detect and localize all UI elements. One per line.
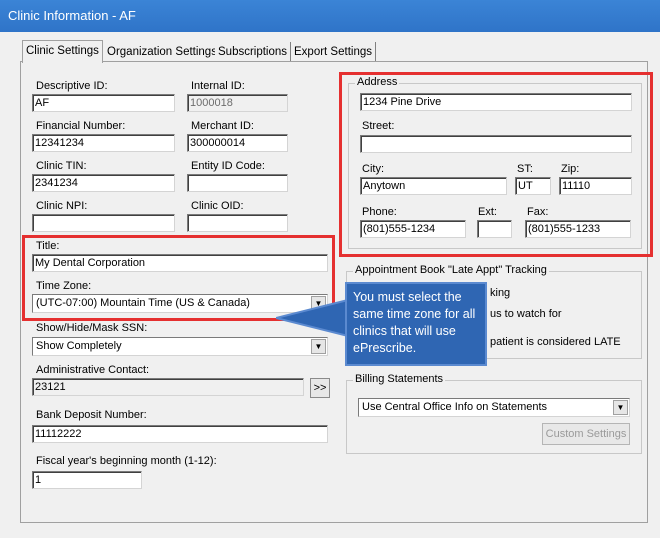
bank-deposit-label: Bank Deposit Number: — [36, 409, 147, 421]
tab-export-settings[interactable]: Export Settings — [291, 42, 376, 62]
clinic-npi-label: Clinic NPI: — [36, 200, 88, 212]
chevron-down-icon[interactable]: ▼ — [311, 339, 326, 354]
billing-statements-value: Use Central Office Info on Statements — [362, 401, 548, 413]
ssn-label: Show/Hide/Mask SSN: — [36, 322, 148, 334]
billing-statements-select[interactable]: Use Central Office Info on Statements ▼ — [358, 398, 630, 417]
descriptive-id-field[interactable]: AF — [32, 94, 175, 112]
appt-tracking-group-label: Appointment Book "Late Appt" Tracking — [353, 264, 549, 276]
entity-id-code-label: Entity ID Code: — [191, 160, 265, 172]
clinic-oid-label: Clinic OID: — [191, 200, 244, 212]
custom-settings-button[interactable]: Custom Settings — [542, 423, 630, 445]
appt-tracking-text-2: us to watch for — [490, 308, 562, 320]
ssn-value: Show Completely — [36, 340, 122, 352]
chevron-down-icon[interactable]: ▼ — [613, 400, 628, 415]
clinic-information-window: Clinic Information - AF Clinic Settings … — [0, 0, 660, 538]
appt-tracking-text-3: patient is considered LATE — [490, 336, 621, 348]
tab-clinic-settings[interactable]: Clinic Settings — [22, 40, 103, 63]
bank-deposit-field[interactable]: 11112222 — [32, 425, 328, 443]
fiscal-month-field[interactable]: 1 — [32, 471, 142, 489]
merchant-id-label: Merchant ID: — [191, 120, 254, 132]
clinic-oid-field[interactable] — [187, 214, 288, 232]
billing-group-label: Billing Statements — [353, 373, 446, 385]
callout-pointer — [276, 298, 349, 338]
clinic-tin-field[interactable]: 2341234 — [32, 174, 175, 192]
clinic-npi-field[interactable] — [32, 214, 175, 232]
financial-number-label: Financial Number: — [36, 120, 126, 132]
internal-id-label: Internal ID: — [191, 80, 245, 92]
financial-number-field[interactable]: 12341234 — [32, 134, 175, 152]
entity-id-code-field[interactable] — [187, 174, 288, 192]
tab-subscriptions[interactable]: Subscriptions — [215, 42, 292, 62]
merchant-id-field[interactable]: 300000014 — [187, 134, 288, 152]
clinic-tin-label: Clinic TIN: — [36, 160, 87, 172]
ssn-select[interactable]: Show Completely ▼ — [32, 337, 328, 356]
admin-contact-label: Administrative Contact: — [36, 364, 150, 376]
descriptive-id-label: Descriptive ID: — [36, 80, 108, 92]
appt-tracking-text-1: king — [490, 287, 511, 299]
time-zone-callout: You must select the same time zone for a… — [345, 282, 487, 366]
internal-id-field: 1000018 — [187, 94, 288, 112]
tab-organization-settings[interactable]: Organization Settings — [104, 42, 221, 62]
address-highlight — [339, 72, 653, 257]
admin-contact-field: 23121 — [32, 378, 304, 396]
fiscal-month-label: Fiscal year's beginning month (1-12): — [36, 455, 217, 467]
window-title: Clinic Information - AF — [0, 0, 660, 32]
admin-contact-button[interactable]: >> — [310, 378, 330, 398]
